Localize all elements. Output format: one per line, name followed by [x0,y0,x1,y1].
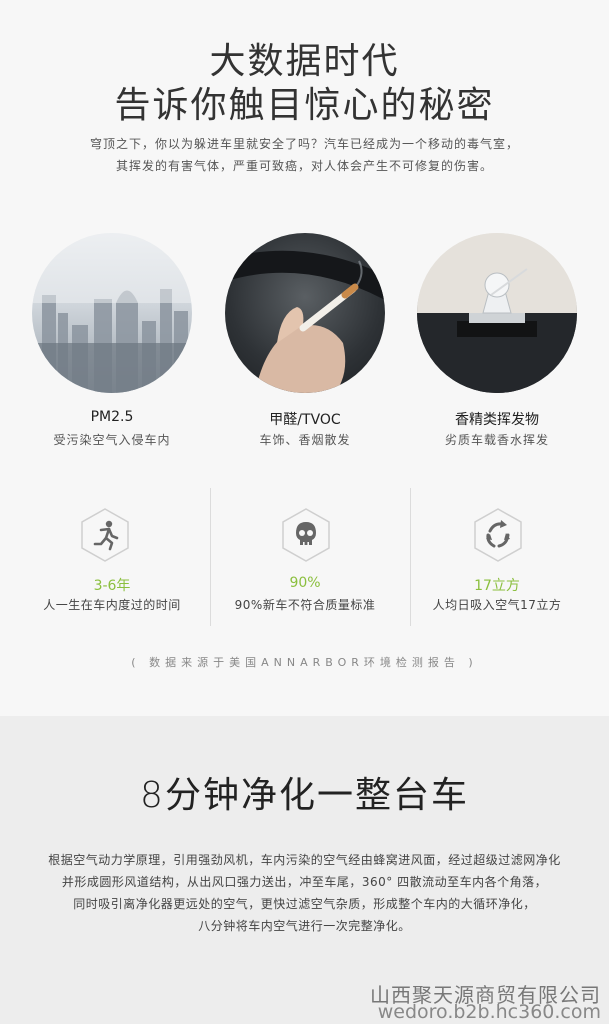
pollutant-title-fragrance: 香精类挥发物 [455,412,539,428]
running-person-icon [79,507,131,563]
watermark-url: wedoro.b2b.hc360.com [377,1001,601,1023]
stat-label-volume: 人均日吸入空气17立方 [432,598,562,612]
headline-line-1: 大数据时代 [209,41,400,82]
recycle-icon [472,507,524,563]
purify-paragraph-line: 根据空气动力学原理，引用强劲风机，车内污染的空气经由蜂窝进风面，经过超级过滤网净… [48,853,561,867]
stat-value-volume: 17立方 [474,578,520,594]
hand-cigarette-image [225,233,385,393]
data-source-note: ( 数据来源于美国ANNARBOR环境检测报告 ) [131,656,478,669]
pollutant-subtitle-formaldehyde: 车饰、香烟散发 [259,433,351,447]
pollutant-subtitle-fragrance: 劣质车载香水挥发 [444,433,549,447]
skull-icon [280,507,332,563]
pollutant-title-pm25: PM2.5 [90,409,134,425]
city-smog-image [32,233,192,393]
purify-title: 8分钟净化一整台车 [140,775,469,816]
intro-line-1: 穹顶之下，你以为躲进车里就安全了吗？汽车已经成为一个移动的毒气室， [89,137,519,151]
car-perfume-image [417,233,577,393]
stat-label-percent: 90%新车不符合质量标准 [234,598,376,612]
purification-section [0,716,609,1024]
headline-line-2: 告诉你触目惊心的秘密 [114,85,495,126]
intro-line-2: 其挥发的有害气体，严重可致癌，对人体会产生不可修复的伤害。 [115,159,493,173]
purify-paragraph-line: 并形成圆形风道结构，从出风口强力送出，冲至车尾，360° 四散流动至车内各个角落… [61,875,548,889]
stat-label-years: 人一生在车内度过的时间 [43,598,181,612]
stat-value-years: 3-6年 [93,578,131,594]
purify-paragraph-line: 八分钟将车内空气进行一次完整净化。 [198,919,411,933]
purify-paragraph-line: 同时吸引离净化器更远处的空气，更快过滤空气杂质，形成整个车内的大循环净化， [73,897,536,911]
pollutant-subtitle-pm25: 受污染空气入侵车内 [53,433,171,447]
stat-value-percent: 90% [289,575,321,591]
pollutant-title-formaldehyde: 甲醛/TVOC [269,412,341,428]
